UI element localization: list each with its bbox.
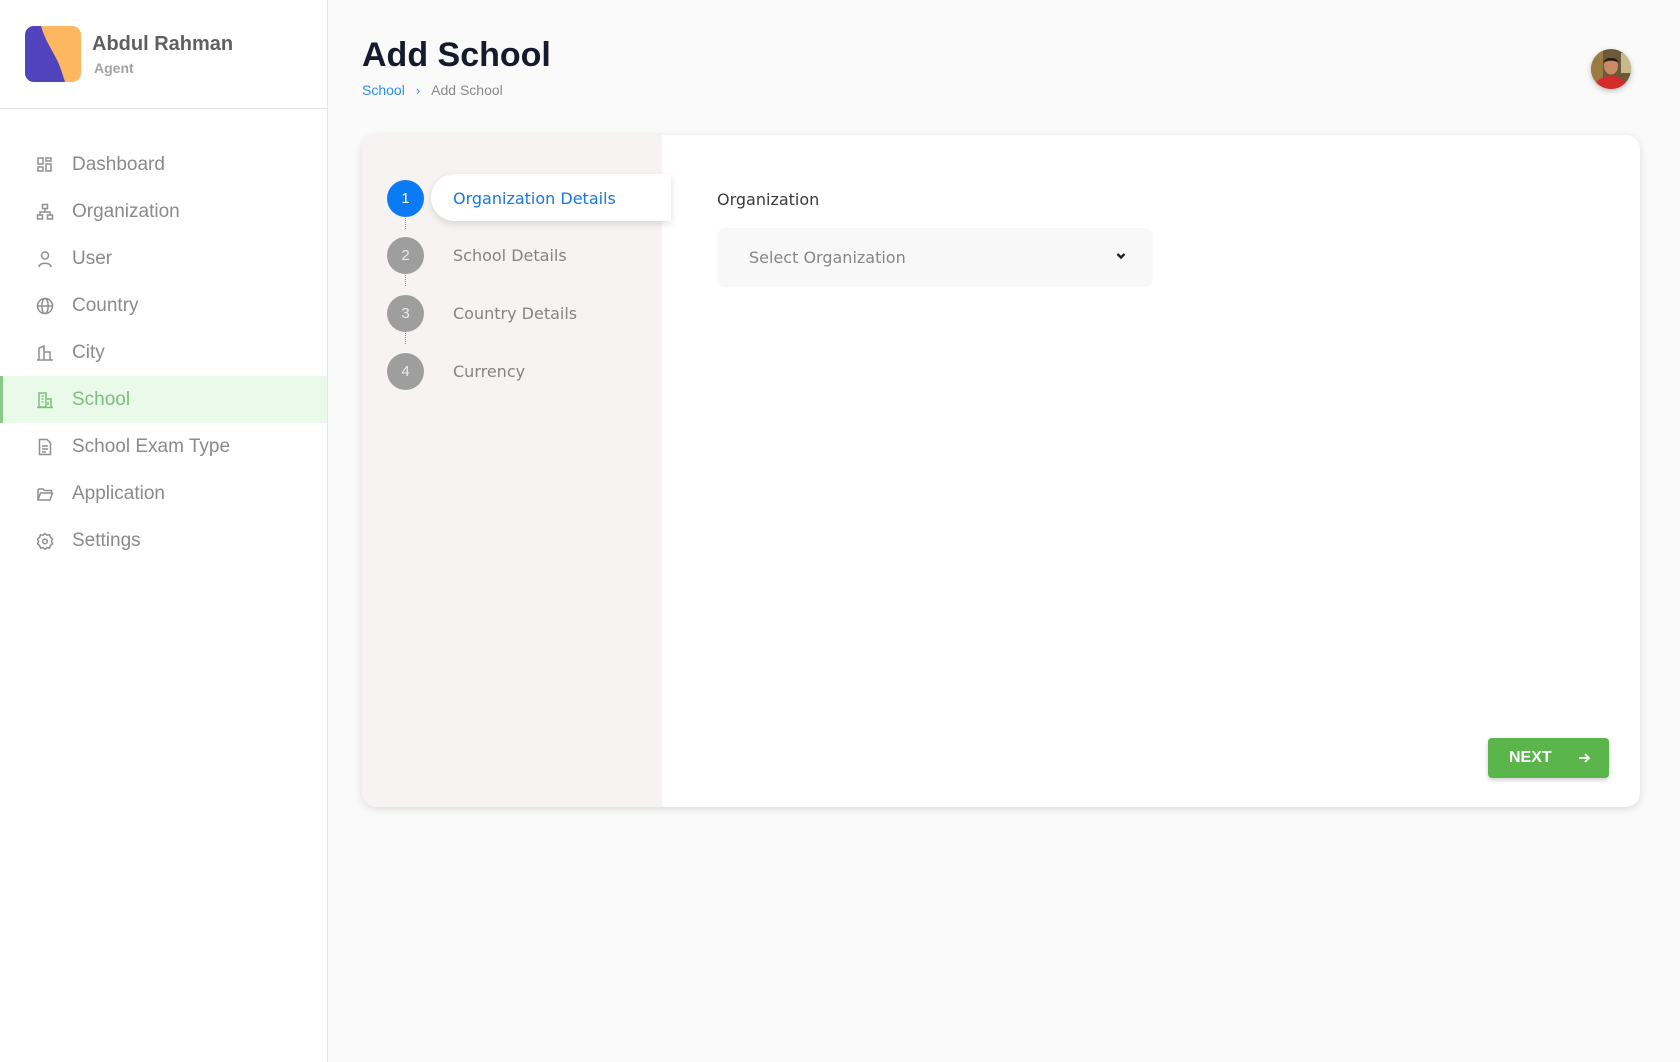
breadcrumb: School › Add School [362, 82, 503, 98]
chevron-down-icon [1115, 249, 1127, 267]
step-number: 3 [387, 294, 424, 332]
step-school-details[interactable]: 2 School Details [387, 235, 567, 275]
folder-icon [35, 484, 55, 504]
dashboard-grid-icon [35, 155, 55, 175]
sidebar-item-label: Dashboard [72, 153, 165, 175]
document-icon [35, 437, 55, 457]
user-avatar[interactable] [1591, 49, 1631, 89]
sidebar-item-label: Organization [72, 200, 180, 222]
sidebar-nav: Dashboard Organization User Country City [0, 141, 327, 564]
sidebar-item-dashboard[interactable]: Dashboard [0, 141, 327, 188]
arrow-right-icon [1576, 750, 1592, 766]
sidebar-item-label: Settings [72, 529, 141, 551]
sidebar-item-label: School [72, 388, 131, 410]
organization-form: Organization Select Organization [717, 190, 1153, 287]
step-currency[interactable]: 4 Currency [387, 351, 525, 391]
step-number: 4 [387, 352, 424, 390]
organization-select-placeholder: Select Organization [749, 248, 906, 267]
step-organization-details[interactable]: 1 Organization Details [387, 174, 671, 221]
step-number: 1 [387, 179, 424, 217]
profile-header: Abdul Rahman Agent [0, 0, 327, 109]
sidebar-item-settings[interactable]: Settings [0, 517, 327, 564]
step-country-details[interactable]: 3 Country Details [387, 293, 577, 333]
avatar-photo [1591, 49, 1631, 89]
sidebar-item-user[interactable]: User [0, 235, 327, 282]
step-label: Country Details [453, 303, 578, 323]
page-title: Add School [362, 36, 551, 74]
next-button-label: NEXT [1509, 749, 1552, 766]
sidebar-item-organization[interactable]: Organization [0, 188, 327, 235]
sidebar-item-label: City [72, 341, 105, 363]
step-number: 2 [387, 236, 424, 274]
sidebar-item-label: Application [72, 482, 165, 504]
user-role: Agent [94, 59, 134, 76]
app-logo [25, 26, 81, 82]
add-school-card: 1 Organization Details 2 School Details … [362, 135, 1640, 807]
sidebar-item-school[interactable]: School [0, 376, 327, 423]
stepper: 1 Organization Details 2 School Details … [362, 135, 671, 807]
globe-icon [35, 296, 55, 316]
next-button[interactable]: NEXT [1488, 738, 1609, 778]
organization-select[interactable]: Select Organization [717, 228, 1153, 287]
breadcrumb-chevron-icon: › [415, 82, 421, 98]
sidebar-item-city[interactable]: City [0, 329, 327, 376]
sidebar-item-label: School Exam Type [72, 435, 231, 457]
step-label: Currency [453, 361, 526, 381]
sidebar-item-label: User [72, 247, 113, 269]
sidebar-item-school-exam-type[interactable]: School Exam Type [0, 423, 327, 470]
org-chart-icon [35, 202, 55, 222]
breadcrumb-link-school[interactable]: School [362, 82, 405, 98]
sidebar: Abdul Rahman Agent Dashboard Organizatio… [0, 0, 328, 1062]
user-name: Abdul Rahman [92, 32, 234, 55]
sidebar-item-label: Country [72, 294, 139, 316]
sidebar-item-country[interactable]: Country [0, 282, 327, 329]
organization-label: Organization [717, 190, 820, 209]
breadcrumb-current: Add School [431, 82, 503, 98]
user-icon [35, 249, 55, 269]
school-building-icon [35, 390, 55, 410]
sidebar-item-application[interactable]: Application [0, 470, 327, 517]
city-building-icon [35, 343, 55, 363]
step-label: School Details [453, 245, 567, 265]
gear-icon [35, 531, 55, 551]
step-label: Organization Details [453, 188, 616, 208]
